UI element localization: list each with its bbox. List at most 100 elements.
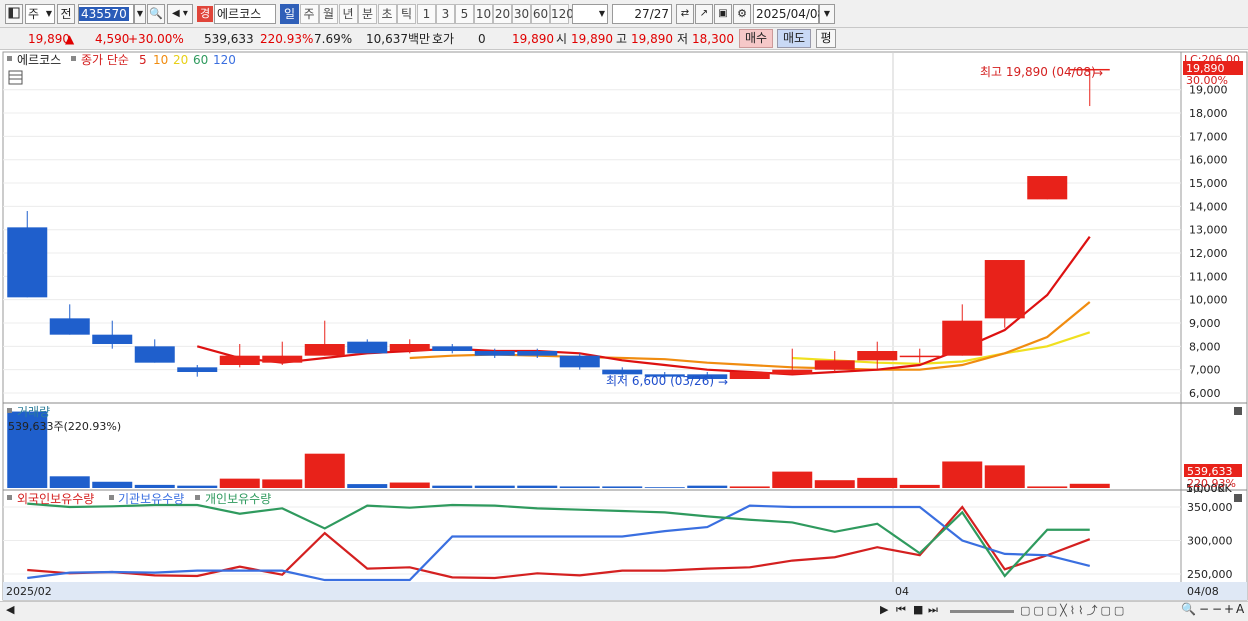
quote-bar: 19,890 ▲ 4,590 +30.00% 539,633 220.93% 7… — [0, 28, 1248, 50]
draw-icon[interactable]: ↗ — [695, 4, 713, 24]
gear-icon[interactable]: ⚙ — [733, 4, 751, 24]
hoga-label: 호가 — [432, 32, 455, 46]
volume-bar — [432, 485, 473, 488]
high-arrow-icon: → — [1093, 66, 1103, 80]
price-tick: 6,000 — [1189, 387, 1221, 400]
interval-10[interactable]: 10 — [474, 4, 493, 24]
pct-tag: 30.00% — [1186, 74, 1228, 87]
change-percent: +30.00% — [128, 32, 184, 46]
period-4[interactable]: 분 — [358, 4, 377, 24]
font-icon[interactable]: A — [1236, 602, 1244, 616]
hoga-price: 19,890 — [512, 32, 554, 46]
volume-bar — [984, 465, 1025, 488]
volume-ratio: 220.93% — [260, 32, 314, 46]
close-icon[interactable] — [1234, 494, 1242, 502]
volume-bar — [177, 485, 218, 488]
trade-amount: 10,637백만 — [366, 32, 431, 46]
scroll-left-icon[interactable]: ◀ — [6, 603, 14, 616]
interval-20[interactable]: 20 — [493, 4, 512, 24]
candle-body — [474, 351, 515, 356]
sell-button[interactable]: 매도 — [777, 29, 811, 48]
save-icon[interactable]: ▣ — [714, 4, 732, 24]
candle-body — [134, 346, 175, 363]
tool-icons[interactable]: ▢▢▢╳⌇⌇⤴▢▢ — [1020, 602, 1127, 618]
count-field[interactable]: 27/27 — [612, 4, 672, 24]
legend-institution: 기관보유수량 — [118, 492, 184, 506]
zoom-out-icon[interactable]: − — [1199, 602, 1209, 616]
volume-bar — [219, 478, 260, 488]
volume-bar — [389, 482, 430, 488]
candle-body — [304, 344, 345, 356]
candle-body — [49, 318, 90, 335]
interval-1[interactable]: 1 — [417, 4, 436, 24]
holdings-tick: 350,000 — [1187, 501, 1233, 514]
interval-5[interactable]: 5 — [455, 4, 474, 24]
speaker-icon[interactable]: ◀ ▾ — [167, 4, 193, 24]
volume-info: 539,633주(220.93%) — [8, 420, 121, 433]
legend-ma5: 5 — [139, 53, 147, 67]
candle-body — [7, 227, 48, 298]
window-icon[interactable] — [5, 4, 23, 24]
price-tick: 10,000 — [1189, 294, 1228, 307]
candle-body — [219, 355, 260, 366]
legend-marker — [7, 408, 12, 413]
period-6[interactable]: 틱 — [397, 4, 416, 24]
candle-body — [92, 334, 133, 345]
volume-bar — [644, 487, 685, 488]
prev-button[interactable]: 전 — [57, 4, 75, 24]
stock-chart[interactable]: 19,00018,00017,00016,00015,00014,00013,0… — [0, 50, 1248, 602]
calendar-dropdown-icon[interactable]: ▼ — [819, 4, 835, 24]
interval-select[interactable]: ▼ — [572, 4, 608, 24]
last-icon[interactable]: ⏭ — [928, 603, 938, 617]
compare-icon[interactable]: ⇄ — [676, 4, 694, 24]
interval-30[interactable]: 30 — [512, 4, 531, 24]
date-field[interactable]: 2025/04/08 — [753, 4, 825, 24]
interval-60[interactable]: 60 — [531, 4, 550, 24]
interval-3[interactable]: 3 — [436, 4, 455, 24]
low-price: 18,300 — [692, 32, 734, 46]
plus-icon[interactable]: + — [1224, 602, 1234, 616]
eval-button[interactable]: 평 — [816, 29, 836, 48]
low-annotation: 최저 6,600 (03/26) — [606, 374, 714, 388]
close-icon[interactable] — [1234, 407, 1242, 415]
low-label: 저 — [677, 32, 689, 46]
table-icon[interactable] — [8, 70, 23, 85]
market-select[interactable]: 주 ▼ — [25, 4, 55, 24]
bottom-toolbar: ◀ ▶ ⏮ ■ ⏭ ▢▢▢╳⌇⌇⤴▢▢ 🔍 − − + A — [0, 601, 1248, 621]
candle-body — [389, 344, 430, 352]
legend-ma60: 60 — [193, 53, 208, 67]
legend-marker — [71, 56, 76, 61]
period-2[interactable]: 월 — [319, 4, 338, 24]
period-3[interactable]: 년 — [338, 4, 358, 24]
price-tick: 9,000 — [1189, 317, 1221, 330]
interval-120[interactable]: 120 — [550, 4, 574, 24]
legend-marker — [7, 56, 12, 61]
period-0[interactable]: 일 — [280, 4, 299, 24]
code-dropdown-icon[interactable]: ▼ — [134, 4, 146, 24]
toolbar: 주 ▼ 전 435570 ▼ 🔍 ◀ ▾ 경 에르코스 일주월년분초틱 1 3 5 10… — [0, 0, 1248, 28]
period-5[interactable]: 초 — [377, 4, 397, 24]
count-value: 27 — [634, 7, 650, 21]
price-tick: 14,000 — [1189, 200, 1228, 213]
volume-bar — [729, 486, 770, 488]
magnifier-icon[interactable]: 🔍 — [1181, 602, 1196, 616]
candle-body — [559, 355, 600, 368]
code-input[interactable]: 435570 — [78, 4, 134, 24]
first-icon[interactable]: ⏮ — [896, 603, 906, 617]
price-change: 4,590 — [95, 32, 130, 46]
x-label-end: 04/08 — [1187, 585, 1219, 598]
stop-icon[interactable]: ■ — [913, 603, 923, 616]
volume-bar — [857, 477, 898, 488]
high-annotation: 최고 19,890 (04/08) — [980, 65, 1096, 79]
candle-body — [517, 351, 558, 356]
search-icon[interactable]: 🔍 — [147, 4, 165, 24]
buy-button[interactable]: 매수 — [739, 29, 773, 48]
price-tick: 7,000 — [1189, 364, 1221, 377]
candle-body — [772, 369, 813, 375]
zoom-slider[interactable] — [950, 610, 1014, 613]
period-1[interactable]: 주 — [299, 4, 319, 24]
scroll-right-icon[interactable]: ▶ — [880, 603, 888, 616]
low-arrow-icon: → — [718, 375, 728, 389]
stock-name[interactable]: 에르코스 — [214, 4, 276, 24]
minus-icon[interactable]: − — [1212, 602, 1222, 616]
